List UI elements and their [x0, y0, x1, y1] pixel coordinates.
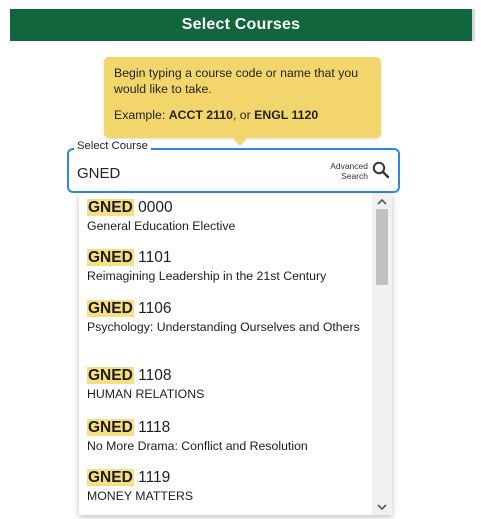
advanced-search-link[interactable]: Advanced Search — [330, 161, 368, 181]
course-title: Psychology: Understanding Ourselves and … — [87, 320, 360, 334]
course-search-input[interactable] — [77, 162, 297, 184]
course-subject: GNED — [87, 469, 134, 486]
tooltip-arrow — [232, 137, 248, 146]
scroll-up-icon[interactable] — [372, 193, 392, 209]
page-title: Select Courses — [181, 16, 301, 33]
course-subject: GNED — [87, 249, 134, 266]
list-item[interactable]: GNED 1108 HUMAN RELATIONS — [87, 367, 372, 402]
page-header: Select Courses — [10, 9, 475, 41]
course-title: MONEY MATTERS — [87, 489, 194, 503]
advanced-search-label-1: Advanced — [330, 161, 368, 171]
course-subject: GNED — [87, 419, 134, 436]
field-label: Select Course — [74, 140, 151, 152]
course-number: 1119 — [138, 469, 171, 486]
course-number: 1118 — [138, 419, 171, 436]
course-number: 0000 — [138, 199, 173, 216]
course-title: Reimagining Leadership in the 21st Centu… — [87, 269, 327, 283]
scrollbar-thumb[interactable] — [376, 209, 388, 285]
course-results-dropdown: GNED 0000 General Education Elective GNE… — [79, 193, 392, 515]
course-title: HUMAN RELATIONS — [87, 387, 205, 401]
list-item[interactable]: GNED 1101 Reimagining Leadership in the … — [87, 249, 372, 284]
scroll-down-icon[interactable] — [372, 499, 392, 515]
example-separator: , or — [232, 108, 255, 122]
course-number: 1101 — [138, 249, 172, 266]
tooltip-instructions: Begin typing a course code or name that … — [114, 66, 359, 96]
course-subject: GNED — [87, 367, 134, 384]
tooltip-example: Example: ACCT 2110, or ENGL 1120 — [114, 108, 371, 124]
results-scrollbar[interactable] — [372, 193, 392, 515]
example-prefix: Example: — [114, 108, 169, 122]
example-code-2: ENGL 1120 — [254, 108, 319, 122]
select-course-field: Select Course Advanced Search — [67, 140, 400, 193]
search-icon[interactable] — [372, 161, 390, 184]
advanced-search-label-2: Search — [341, 171, 368, 181]
list-item[interactable]: GNED 1119 MONEY MATTERS — [87, 469, 372, 504]
example-code-1: ACCT 2110 — [168, 108, 233, 122]
course-subject: GNED — [87, 199, 134, 216]
course-number: 1106 — [138, 300, 172, 317]
list-item[interactable]: GNED 0000 General Education Elective — [87, 199, 372, 234]
help-tooltip: Begin typing a course code or name that … — [104, 57, 381, 138]
course-subject: GNED — [87, 300, 134, 317]
course-number: 1108 — [138, 367, 172, 384]
course-title: General Education Elective — [87, 219, 236, 233]
list-item[interactable]: GNED 1106 Psychology: Understanding Ours… — [87, 300, 372, 335]
course-title: No More Drama: Conflict and Resolution — [87, 439, 308, 453]
list-item[interactable]: GNED 1118 No More Drama: Conflict and Re… — [87, 419, 372, 454]
